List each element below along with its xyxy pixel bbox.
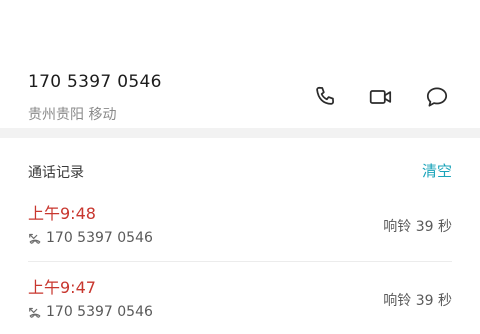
call-time: 上午9:47 (28, 278, 96, 297)
call-number-row: 170 5397 0546 (28, 304, 153, 320)
call-time: 上午9:48 (28, 204, 96, 223)
message-button[interactable] (422, 84, 452, 110)
call-log-entry[interactable]: 上午9:47 170 5397 0546 响铃 39 秒 (0, 274, 480, 334)
call-log-entry[interactable]: 上午9:48 170 5397 0546 响铃 39 秒 (0, 200, 480, 260)
contact-location: 贵州贵阳 移动 (28, 107, 117, 123)
call-log-section: 通话记录 清空 上午9:48 170 5397 0546 响铃 39 秒 上午9… (0, 138, 480, 320)
clear-call-log-button[interactable]: 清空 (422, 160, 452, 181)
call-number: 170 5397 0546 (46, 304, 153, 320)
call-button[interactable] (310, 84, 340, 110)
message-icon (426, 87, 448, 107)
section-separator (0, 128, 480, 138)
contact-card: 170 5397 0546 贵州贵阳 移动 (0, 0, 480, 128)
call-log-title: 通话记录 (28, 165, 84, 181)
missed-call-icon (29, 233, 41, 244)
call-status: 响铃 39 秒 (383, 219, 452, 235)
call-number-row: 170 5397 0546 (28, 230, 153, 246)
entry-divider (28, 261, 452, 262)
contact-actions (310, 84, 452, 110)
video-icon (369, 90, 392, 104)
video-call-button[interactable] (366, 84, 396, 110)
call-status: 响铃 39 秒 (383, 293, 452, 309)
call-number: 170 5397 0546 (46, 230, 153, 246)
phone-icon (316, 86, 334, 105)
missed-call-icon (29, 307, 41, 318)
contact-phone-number[interactable]: 170 5397 0546 (28, 72, 162, 92)
